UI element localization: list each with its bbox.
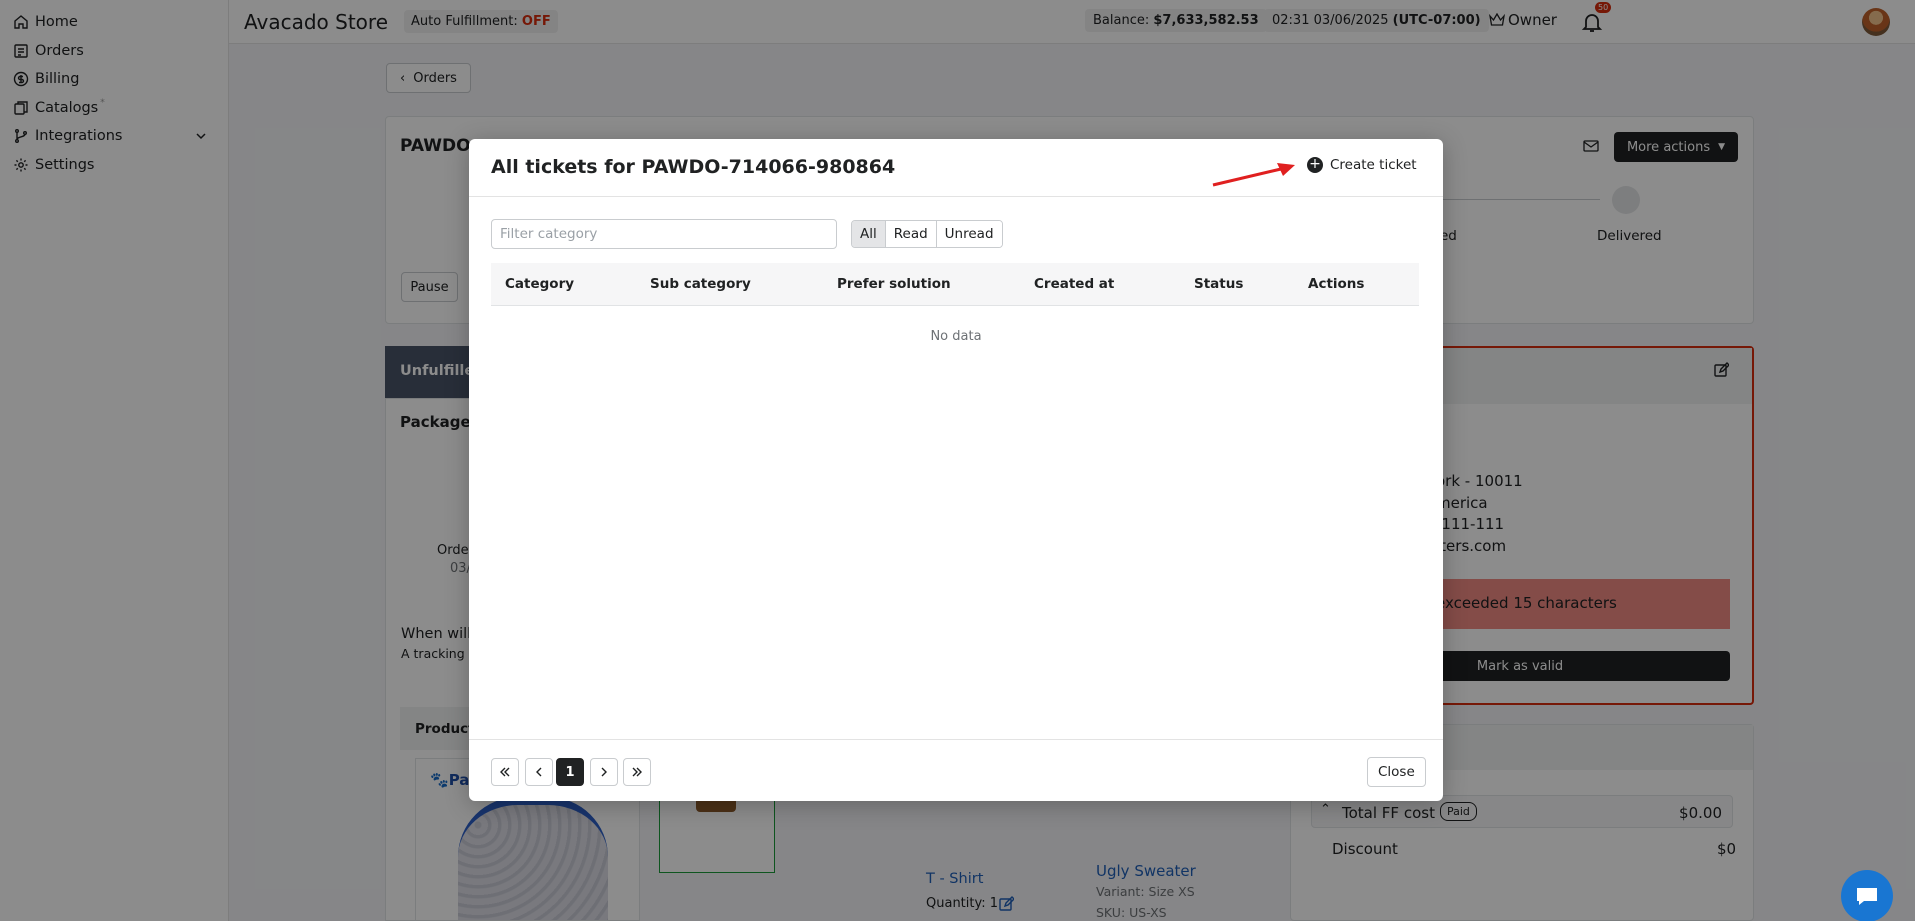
last-page-button[interactable] xyxy=(623,758,651,786)
filter-all-button[interactable]: All xyxy=(852,221,886,247)
double-chevron-right-icon xyxy=(632,767,642,777)
column-header-prefer-solution[interactable]: Prefer solution xyxy=(837,276,951,292)
first-page-button[interactable] xyxy=(491,758,519,786)
modal-header: All tickets for PAWDO-714066-980864 + Cr… xyxy=(469,139,1443,197)
column-header-category[interactable]: Category xyxy=(505,276,574,292)
previous-page-button[interactable] xyxy=(525,758,553,786)
double-chevron-left-icon xyxy=(500,767,510,777)
tickets-modal: All tickets for PAWDO-714066-980864 + Cr… xyxy=(469,139,1443,801)
chat-widget-button[interactable] xyxy=(1841,870,1893,921)
column-header-actions[interactable]: Actions xyxy=(1308,276,1364,292)
create-ticket-label: Create ticket xyxy=(1330,157,1417,173)
modal-footer: 1 Close xyxy=(469,739,1443,801)
red-arrow-annotation xyxy=(1212,163,1295,187)
column-header-created-at[interactable]: Created at xyxy=(1034,276,1114,292)
chevron-right-icon xyxy=(601,767,607,777)
chat-icon xyxy=(1857,888,1877,905)
chevron-left-icon xyxy=(536,767,542,777)
next-page-button[interactable] xyxy=(590,758,618,786)
column-header-status[interactable]: Status xyxy=(1194,276,1243,292)
filter-category-input[interactable] xyxy=(491,219,837,249)
current-page-button[interactable]: 1 xyxy=(556,758,584,786)
filter-unread-button[interactable]: Unread xyxy=(936,221,1002,247)
tickets-table-header: Category Sub category Prefer solution Cr… xyxy=(491,263,1419,306)
create-ticket-button[interactable]: + Create ticket xyxy=(1307,157,1417,173)
close-button[interactable]: Close xyxy=(1367,757,1426,787)
read-filter-group: All Read Unread xyxy=(851,220,1003,248)
column-header-sub-category[interactable]: Sub category xyxy=(650,276,751,292)
filter-read-button[interactable]: Read xyxy=(885,221,937,247)
empty-state-text: No data xyxy=(930,329,982,344)
plus-circle-icon: + xyxy=(1307,157,1323,173)
modal-title: All tickets for PAWDO-714066-980864 xyxy=(491,156,896,178)
